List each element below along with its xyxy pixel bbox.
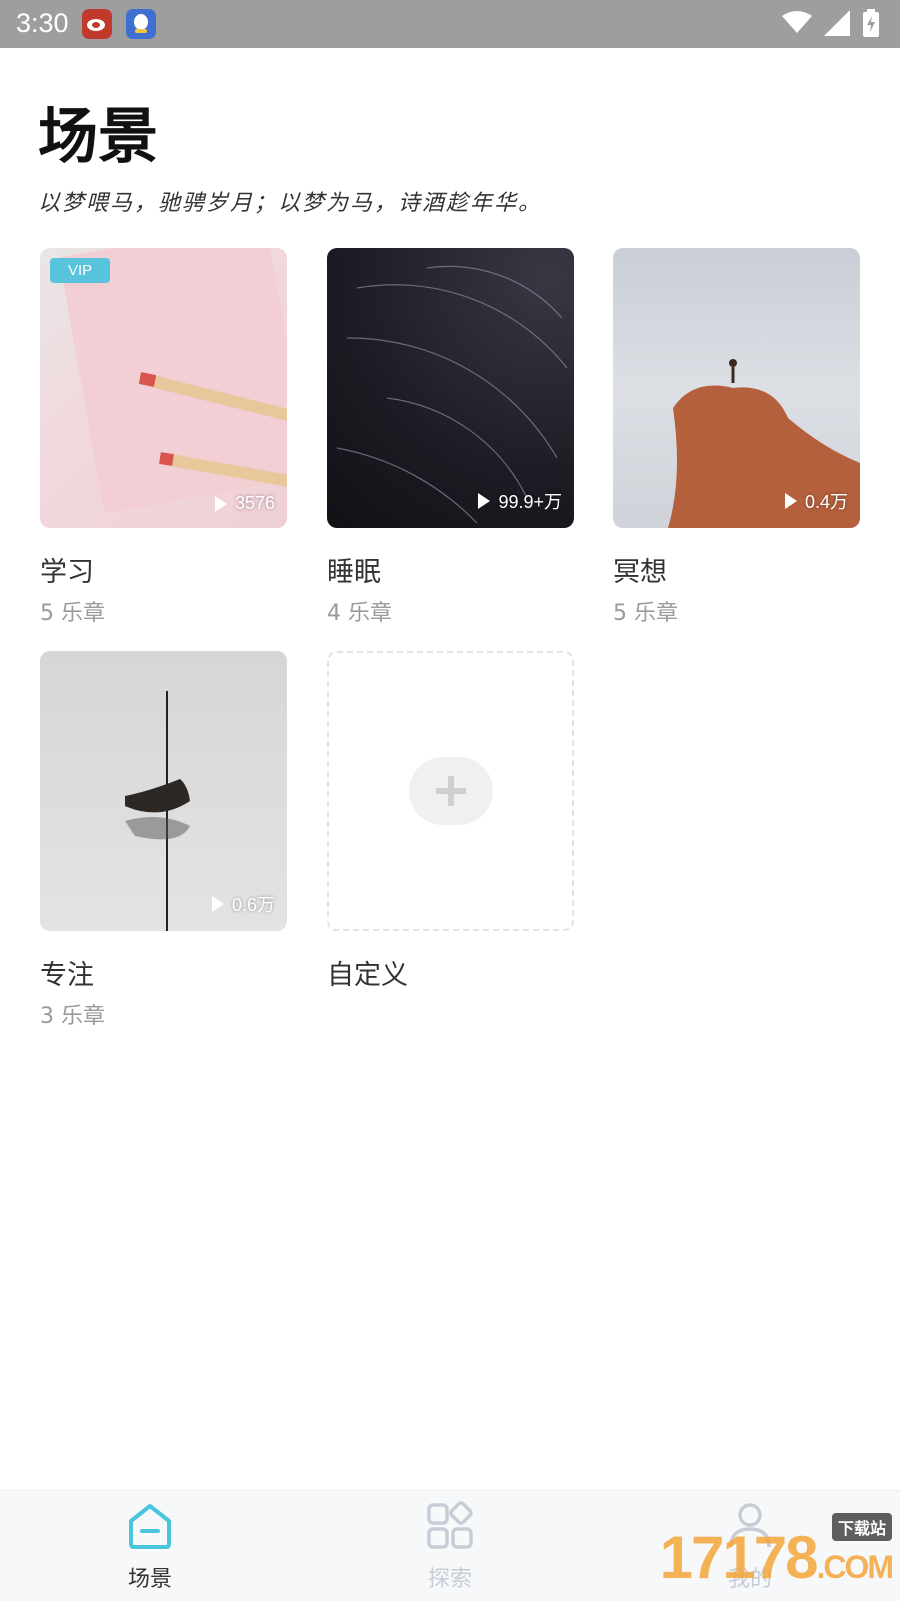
scene-track-count: 5 乐章 — [40, 601, 105, 626]
scene-thumbnail: 99.9+万 — [327, 248, 574, 528]
signal-icon — [824, 10, 850, 36]
site-watermark-logo: 17178.COM 下载站 — [659, 1513, 894, 1592]
play-icon — [478, 493, 491, 509]
boat-on-water-image — [125, 691, 190, 931]
nav-item-explore[interactable]: 探索 — [390, 1501, 510, 1593]
play-count-value: 0.6万 — [231, 895, 275, 915]
nav-item-home[interactable]: 场景 — [90, 1501, 210, 1593]
scene-name: 专注 — [40, 960, 94, 991]
scene-track-count: 3 乐章 — [40, 1004, 105, 1029]
scene-card-focus[interactable]: 0.6万 专注 3 乐章 — [40, 651, 287, 1030]
scene-track-count: 4 乐章 — [327, 601, 392, 626]
star-trails-image — [336, 265, 568, 524]
scene-thumbnail: 0.4万 — [613, 248, 860, 528]
nav-label: 探索 — [427, 1567, 472, 1592]
notebook-pencils-image — [58, 248, 287, 514]
scene-name: 学习 — [40, 557, 94, 588]
add-scene-button[interactable] — [327, 651, 574, 931]
battery-charging-icon — [863, 9, 879, 37]
scene-track-count: 5 乐章 — [613, 601, 678, 626]
home-icon — [129, 1504, 171, 1549]
status-indicators — [782, 9, 880, 37]
scene-name: 睡眠 — [327, 557, 381, 588]
scene-thumbnail: 0.6万 — [40, 651, 287, 931]
play-count: 0.4万 — [784, 488, 848, 514]
status-time: 3:30 — [16, 8, 69, 38]
custom-scene-label: 自定义 — [327, 960, 408, 991]
play-count-value: 0.4万 — [804, 492, 848, 512]
play-count-value: 3576 — [234, 493, 275, 513]
scene-card-sleep[interactable]: 99.9+万 睡眠 4 乐章 — [327, 248, 574, 627]
watermark-text: 17178 — [659, 1524, 819, 1591]
scene-thumbnail: VIP 3576 — [40, 248, 287, 528]
play-icon — [214, 495, 227, 512]
wifi-icon — [782, 11, 812, 33]
play-count: 3576 — [214, 493, 275, 514]
weibo-app-icon — [82, 9, 112, 39]
custom-scene-card[interactable]: 自定义 — [327, 651, 574, 992]
watermark-suffix: .COM — [816, 1549, 894, 1585]
scene-name: 冥想 — [613, 557, 667, 588]
play-count: 99.9+万 — [478, 488, 562, 514]
rock-summit-image — [668, 359, 860, 528]
play-count-value: 99.9+万 — [498, 492, 562, 512]
status-bar: 3:30 — [0, 0, 900, 48]
page-subtitle: 以梦喂马，驰骋岁月；以梦为马，诗酒趁年华。 — [38, 191, 543, 216]
play-count: 0.6万 — [211, 891, 275, 917]
scene-card-study[interactable]: VIP 3576 学习 5 乐章 — [40, 248, 287, 627]
qq-app-icon — [126, 9, 156, 39]
play-icon — [784, 493, 797, 509]
page-title: 场景 — [38, 102, 158, 172]
grid-icon — [427, 1501, 473, 1549]
play-icon — [211, 896, 224, 912]
scene-card-meditate[interactable]: 0.4万 冥想 5 乐章 — [613, 248, 860, 627]
nav-label: 场景 — [127, 1567, 172, 1592]
watermark-tag: 下载站 — [831, 1513, 892, 1541]
plus-icon — [409, 757, 493, 825]
vip-badge: VIP — [50, 258, 111, 283]
